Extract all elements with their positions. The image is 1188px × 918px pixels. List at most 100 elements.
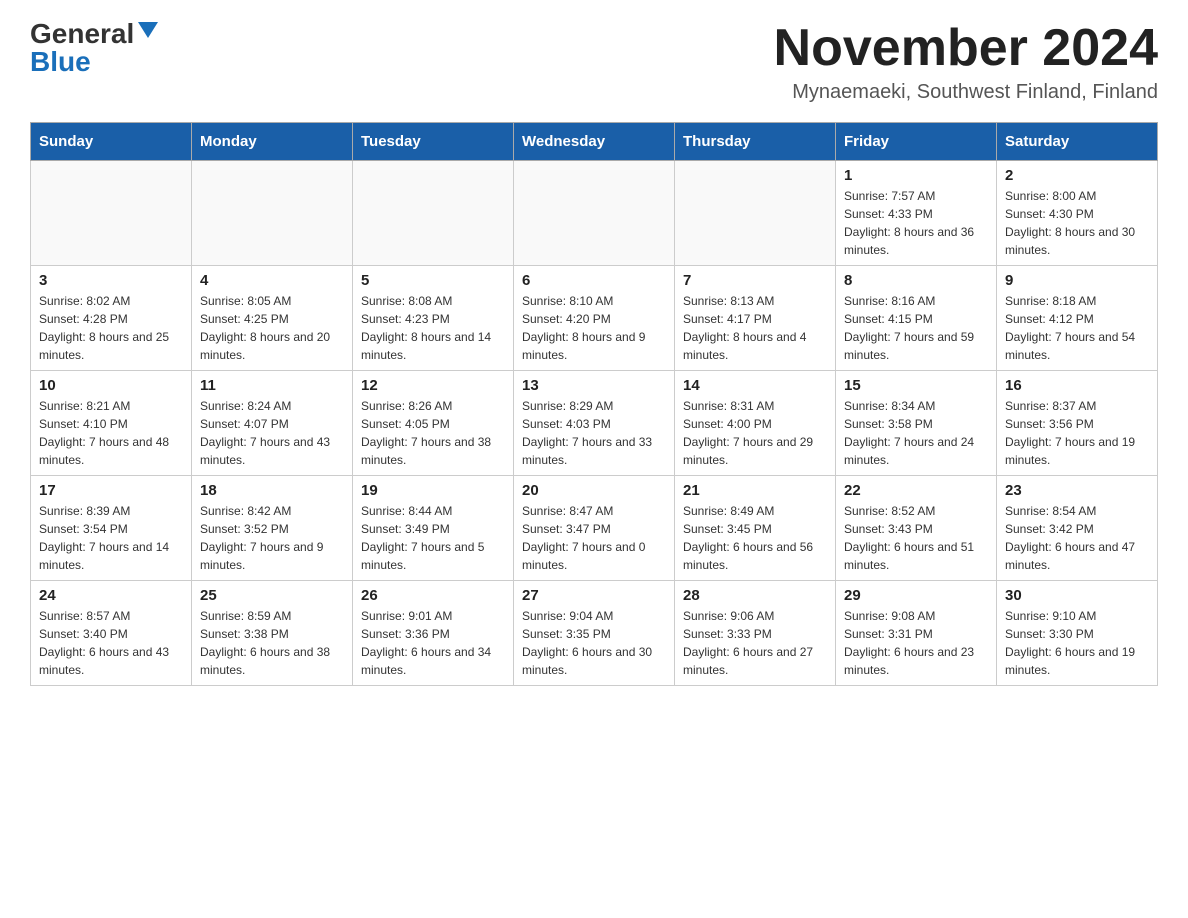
calendar-cell: 23 Sunrise: 8:54 AM Sunset: 3:42 PM Dayli…	[997, 476, 1158, 581]
day-of-week-header: Friday	[836, 123, 997, 161]
day-info: Sunrise: 8:31 AM Sunset: 4:00 PM Dayligh…	[683, 397, 827, 469]
day-number: 21	[683, 482, 827, 499]
calendar-cell: 30Sunrise: 9:10 AM Sunset: 3:30 PM Dayli…	[997, 581, 1158, 686]
calendar-cell: 26 Sunrise: 9:01 AM Sunset: 3:36 PM Dayli…	[353, 581, 514, 686]
calendar-week-row: 3 Sunrise: 8:02 AM Sunset: 4:28 PM Daylig…	[31, 266, 1158, 371]
day-number: 28	[683, 587, 827, 604]
day-number: 16	[1005, 377, 1149, 394]
day-number: 29	[844, 587, 988, 604]
day-of-week-header: Tuesday	[353, 123, 514, 161]
day-of-week-header: Saturday	[997, 123, 1158, 161]
calendar-cell	[192, 161, 353, 266]
day-of-week-header: Sunday	[31, 123, 192, 161]
calendar-cell: 19 Sunrise: 8:44 AM Sunset: 3:49 PM Dayli…	[353, 476, 514, 581]
calendar-cell: 8Sunrise: 8:16 AM Sunset: 4:15 PM Daylig…	[836, 266, 997, 371]
calendar-cell: 15 Sunrise: 8:34 AM Sunset: 3:58 PM Dayli…	[836, 371, 997, 476]
day-info: Sunrise: 8:13 AM Sunset: 4:17 PM Dayligh…	[683, 292, 827, 364]
day-info: Sunrise: 8:21 AM Sunset: 4:10 PM Dayligh…	[39, 397, 183, 469]
day-of-week-header: Monday	[192, 123, 353, 161]
calendar-cell: 29 Sunrise: 9:08 AM Sunset: 3:31 PM Dayli…	[836, 581, 997, 686]
page-title: November 2024	[774, 20, 1158, 77]
day-number: 13	[522, 377, 666, 394]
calendar-cell: 28 Sunrise: 9:06 AM Sunset: 3:33 PM Dayli…	[675, 581, 836, 686]
calendar-cell: 17 Sunrise: 8:39 AM Sunset: 3:54 PM Dayli…	[31, 476, 192, 581]
calendar-week-row: 17 Sunrise: 8:39 AM Sunset: 3:54 PM Dayli…	[31, 476, 1158, 581]
day-number: 5	[361, 272, 505, 289]
day-number: 19	[361, 482, 505, 499]
day-number: 8	[844, 272, 988, 289]
calendar-cell: 10 Sunrise: 8:21 AM Sunset: 4:10 PM Dayli…	[31, 371, 192, 476]
day-number: 7	[683, 272, 827, 289]
day-info: Sunrise: 8:24 AM Sunset: 4:07 PM Dayligh…	[200, 397, 344, 469]
calendar-cell: 9Sunrise: 8:18 AM Sunset: 4:12 PM Daylig…	[997, 266, 1158, 371]
calendar-cell: 27 Sunrise: 9:04 AM Sunset: 3:35 PM Dayli…	[514, 581, 675, 686]
day-number: 23	[1005, 482, 1149, 499]
day-number: 18	[200, 482, 344, 499]
day-info: Sunrise: 8:44 AM Sunset: 3:49 PM Dayligh…	[361, 502, 505, 574]
day-info: Sunrise: 8:54 AM Sunset: 3:42 PM Dayligh…	[1005, 502, 1149, 574]
day-number: 1	[844, 167, 988, 184]
day-number: 15	[844, 377, 988, 394]
day-info: Sunrise: 8:42 AM Sunset: 3:52 PM Dayligh…	[200, 502, 344, 574]
day-number: 30	[1005, 587, 1149, 604]
logo-general: General	[30, 20, 134, 48]
calendar-cell: 25Sunrise: 8:59 AM Sunset: 3:38 PM Dayli…	[192, 581, 353, 686]
day-of-week-header: Thursday	[675, 123, 836, 161]
day-info: Sunrise: 8:18 AM Sunset: 4:12 PM Dayligh…	[1005, 292, 1149, 364]
day-info: Sunrise: 9:06 AM Sunset: 3:33 PM Dayligh…	[683, 607, 827, 679]
day-info: Sunrise: 8:08 AM Sunset: 4:23 PM Dayligh…	[361, 292, 505, 364]
day-info: Sunrise: 8:02 AM Sunset: 4:28 PM Dayligh…	[39, 292, 183, 364]
calendar-cell: 20 Sunrise: 8:47 AM Sunset: 3:47 PM Dayli…	[514, 476, 675, 581]
calendar-cell: 22Sunrise: 8:52 AM Sunset: 3:43 PM Dayli…	[836, 476, 997, 581]
day-info: Sunrise: 8:29 AM Sunset: 4:03 PM Dayligh…	[522, 397, 666, 469]
day-info: Sunrise: 8:37 AM Sunset: 3:56 PM Dayligh…	[1005, 397, 1149, 469]
day-number: 24	[39, 587, 183, 604]
calendar-cell: 13 Sunrise: 8:29 AM Sunset: 4:03 PM Dayli…	[514, 371, 675, 476]
day-number: 10	[39, 377, 183, 394]
day-info: Sunrise: 8:39 AM Sunset: 3:54 PM Dayligh…	[39, 502, 183, 574]
calendar-cell: 12Sunrise: 8:26 AM Sunset: 4:05 PM Dayli…	[353, 371, 514, 476]
calendar-cell: 6Sunrise: 8:10 AM Sunset: 4:20 PM Daylig…	[514, 266, 675, 371]
calendar-cell	[675, 161, 836, 266]
calendar-cell: 21 Sunrise: 8:49 AM Sunset: 3:45 PM Dayli…	[675, 476, 836, 581]
calendar-cell: 1 Sunrise: 7:57 AM Sunset: 4:33 PM Daylig…	[836, 161, 997, 266]
day-number: 26	[361, 587, 505, 604]
day-info: Sunrise: 8:57 AM Sunset: 3:40 PM Dayligh…	[39, 607, 183, 679]
calendar-cell	[353, 161, 514, 266]
day-info: Sunrise: 9:01 AM Sunset: 3:36 PM Dayligh…	[361, 607, 505, 679]
day-number: 17	[39, 482, 183, 499]
day-info: Sunrise: 8:47 AM Sunset: 3:47 PM Dayligh…	[522, 502, 666, 574]
day-info: Sunrise: 8:59 AM Sunset: 3:38 PM Dayligh…	[200, 607, 344, 679]
calendar-table: SundayMondayTuesdayWednesdayThursdayFrid…	[30, 122, 1158, 686]
day-info: Sunrise: 8:26 AM Sunset: 4:05 PM Dayligh…	[361, 397, 505, 469]
calendar-cell: 5 Sunrise: 8:08 AM Sunset: 4:23 PM Daylig…	[353, 266, 514, 371]
day-info: Sunrise: 8:34 AM Sunset: 3:58 PM Dayligh…	[844, 397, 988, 469]
page-header: General Blue November 2024 Mynaemaeki, S…	[30, 20, 1158, 104]
day-number: 14	[683, 377, 827, 394]
day-number: 20	[522, 482, 666, 499]
day-info: Sunrise: 8:49 AM Sunset: 3:45 PM Dayligh…	[683, 502, 827, 574]
day-of-week-header: Wednesday	[514, 123, 675, 161]
calendar-header-row: SundayMondayTuesdayWednesdayThursdayFrid…	[31, 123, 1158, 161]
calendar-week-row: 10 Sunrise: 8:21 AM Sunset: 4:10 PM Dayli…	[31, 371, 1158, 476]
day-info: Sunrise: 7:57 AM Sunset: 4:33 PM Dayligh…	[844, 187, 988, 259]
calendar-cell: 7 Sunrise: 8:13 AM Sunset: 4:17 PM Daylig…	[675, 266, 836, 371]
day-number: 27	[522, 587, 666, 604]
calendar-cell: 18 Sunrise: 8:42 AM Sunset: 3:52 PM Dayli…	[192, 476, 353, 581]
day-info: Sunrise: 8:52 AM Sunset: 3:43 PM Dayligh…	[844, 502, 988, 574]
page-subtitle: Mynaemaeki, Southwest Finland, Finland	[774, 81, 1158, 104]
logo-triangle-icon	[138, 22, 158, 38]
day-number: 2	[1005, 167, 1149, 184]
day-info: Sunrise: 8:00 AM Sunset: 4:30 PM Dayligh…	[1005, 187, 1149, 259]
day-info: Sunrise: 9:04 AM Sunset: 3:35 PM Dayligh…	[522, 607, 666, 679]
calendar-cell	[514, 161, 675, 266]
day-number: 4	[200, 272, 344, 289]
day-number: 3	[39, 272, 183, 289]
calendar-week-row: 1 Sunrise: 7:57 AM Sunset: 4:33 PM Daylig…	[31, 161, 1158, 266]
calendar-cell: 3 Sunrise: 8:02 AM Sunset: 4:28 PM Daylig…	[31, 266, 192, 371]
logo: General Blue	[30, 20, 158, 76]
day-number: 11	[200, 377, 344, 394]
day-info: Sunrise: 9:08 AM Sunset: 3:31 PM Dayligh…	[844, 607, 988, 679]
calendar-cell: 14 Sunrise: 8:31 AM Sunset: 4:00 PM Dayli…	[675, 371, 836, 476]
calendar-week-row: 24 Sunrise: 8:57 AM Sunset: 3:40 PM Dayli…	[31, 581, 1158, 686]
